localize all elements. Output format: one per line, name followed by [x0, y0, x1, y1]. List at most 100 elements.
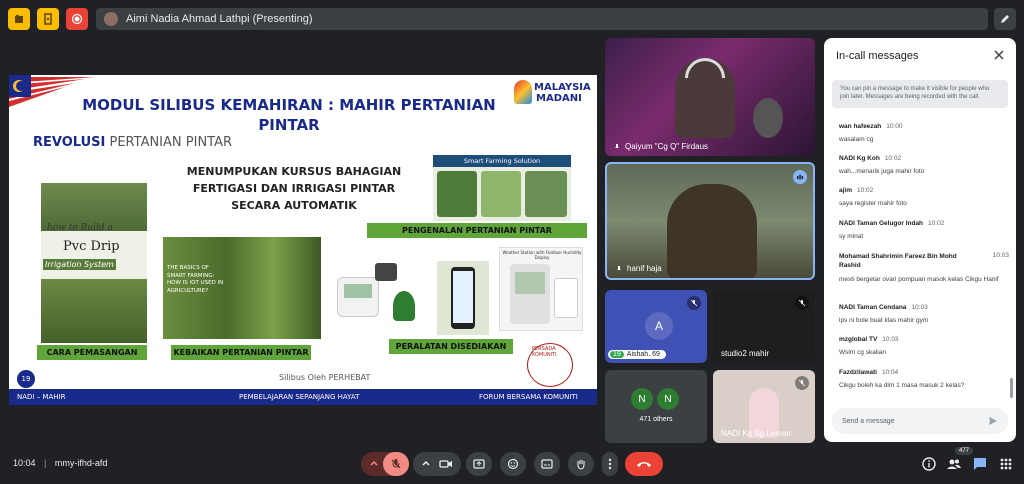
pvc-line-2: Pvc Drip: [63, 239, 120, 254]
end-call-icon: [637, 462, 651, 467]
aishah-count: 19: [610, 351, 624, 358]
folder-icon[interactable]: [8, 8, 30, 30]
brand-top: MALAYSIA: [534, 82, 591, 93]
message-sender: NADI Kg Koh: [839, 155, 880, 162]
presenting-banner: Aimi Nadia Ahmad Lathpi (Presenting): [96, 8, 988, 30]
chat-message: Fazdzilawati 10:04 Cikgu boleh ka dlm 1 m…: [839, 369, 1009, 390]
chat-icon[interactable]: [972, 456, 988, 472]
chat-scrollbar[interactable]: [1010, 378, 1013, 398]
more-vert-icon: [608, 458, 612, 470]
message-text: saya register mahir foto: [839, 200, 907, 207]
message-time: 10:02: [928, 220, 945, 227]
reactions-button[interactable]: [500, 452, 526, 476]
phone: [451, 267, 475, 329]
label-peralatan-disediakan: PERALATAN DISEDIAKAN: [389, 339, 513, 354]
camera-icon[interactable]: [439, 458, 453, 470]
message-text: lps ni bole buat klas mahir gym: [839, 317, 929, 324]
send-message-input[interactable]: Send a message: [832, 408, 1008, 434]
message-time: 10:03: [911, 304, 928, 311]
tile-aishah[interactable]: A 19 Aishah. 69: [605, 290, 707, 363]
avatar-aishah: A: [645, 312, 673, 340]
timer-screen: [344, 284, 372, 298]
chat-info-banner: You can pin a message to make it visible…: [832, 80, 1008, 108]
participants-count-badge: 477: [955, 447, 974, 455]
mic-off-icon: [687, 296, 701, 310]
activities-icon[interactable]: [998, 456, 1014, 472]
participant-video-hanif: [667, 184, 757, 278]
label-cara-pemasangan: CARA PEMASANGAN: [37, 345, 147, 360]
speaking-indicator-icon: [793, 170, 807, 184]
presenting-label: Aimi Nadia Ahmad Lathpi (Presenting): [126, 13, 313, 25]
message-sender: mzglobal TV: [839, 336, 878, 343]
chevron-up-icon[interactable]: [421, 459, 431, 469]
camera-control-group: [413, 452, 461, 476]
chat-message: NADI Taman Cendana 10:03 lps ni bole buat…: [839, 304, 1009, 325]
people-icon[interactable]: [946, 456, 962, 472]
message-text: sy minat: [839, 233, 864, 240]
slide-title: MODUL SILIBUS KEMAHIRAN : MAHIR PERTANIA…: [82, 96, 496, 134]
meeting-code: mmy-ifhd-afd: [54, 458, 108, 468]
present-button[interactable]: [466, 452, 492, 476]
captions-button[interactable]: [534, 452, 560, 476]
slide-credit: Silibus Oleh PERHEBAT: [279, 373, 371, 382]
aishah-name-pill: 19 Aishah. 69: [608, 350, 666, 359]
in-call-messages-panel: In-call messages You can pin a message t…: [824, 38, 1016, 442]
record-icon[interactable]: [66, 8, 88, 30]
slide-page-number: 19: [17, 370, 35, 388]
madani-emblem: [514, 80, 532, 104]
slide-heading: MENUMPUKAN KURSUS BAHAGIAN FERTIGASI DAN…: [186, 165, 402, 212]
captions-icon: [541, 459, 553, 469]
phone-app-image: [437, 261, 489, 335]
mic-off-button[interactable]: [383, 452, 409, 476]
pin-icon[interactable]: [615, 265, 623, 273]
message-sender: Mohamad Shahrimin Fareez Bin Mohd Rashid: [839, 253, 957, 269]
subtitle-bold: REVOLUSI: [33, 135, 106, 150]
message-sender: NADI Taman Gelugor Indah: [839, 220, 924, 227]
presentation-slide: MODUL SILIBUS KEMAHIRAN : MAHIR PERTANIA…: [9, 75, 597, 405]
chat-message: mzglobal TV 10:03 Wslm cg skalian: [839, 336, 1009, 357]
more-options-button[interactable]: [602, 452, 618, 476]
phone-screen: [453, 271, 473, 323]
tile-qaiyum[interactable]: Qaiyum "Cg Q" Firdaus: [605, 38, 815, 156]
sensor-photo-2: [481, 171, 521, 217]
persada-komuniti-logo: PERSADA KOMUNITI: [527, 343, 573, 387]
chat-message: NADI Kg Koh 10:02 wah...menarik juga mahi…: [839, 155, 1009, 176]
pvc-drip-image: how to Build a Pvc Drip Irrigation Syste…: [41, 183, 147, 343]
footer-right: FORUM BERSAMA KOMUNITI: [479, 393, 578, 401]
tile-nadi-kg-sg-leman[interactable]: NADI Kg Sg Leman: [713, 370, 815, 443]
message-time: 10:03: [992, 252, 1009, 259]
pin-icon[interactable]: [613, 143, 621, 151]
malaysia-madani-logo: MALAYSIA MADANI: [514, 78, 594, 108]
message-time: 10:00: [886, 123, 903, 130]
info-icon[interactable]: [921, 456, 937, 472]
footer-middle: PEMBELAJARAN SEPANJANG HAYAT: [239, 393, 360, 401]
pen-icon[interactable]: [994, 8, 1016, 30]
raise-hand-button[interactable]: [568, 452, 594, 476]
tile-name-qaiyum: Qaiyum "Cg Q" Firdaus: [613, 142, 708, 151]
footer-left: NADI – MAHIR: [17, 393, 66, 401]
message-time: 10:04: [881, 369, 899, 376]
tile-studio2[interactable]: studio2 mahir: [713, 290, 815, 363]
bottom-bar: 10:04 | mmy-ifhd-afd 477: [0, 444, 1024, 484]
weather-device: [510, 264, 550, 324]
participant-name: NADI Kg Sg Leman: [721, 429, 791, 438]
raise-hand-icon: [577, 460, 585, 470]
timer-device: [337, 277, 379, 317]
tile-others[interactable]: N N 471 others: [605, 370, 707, 443]
mic-control-group: [361, 452, 409, 476]
brand-bottom: MADANI: [536, 93, 582, 104]
message-text: Cikgu boleh ka dlm 1 masa masuk 2 kelas?: [839, 382, 965, 389]
weather-caption: Weather Station with Outdoor Humidity Di…: [502, 250, 582, 260]
separator: |: [44, 458, 47, 468]
message-time: 10:02: [884, 155, 902, 162]
participant-name: studio2 mahir: [721, 349, 770, 358]
tile-hanif[interactable]: hanif haja: [605, 162, 815, 280]
leave-call-button[interactable]: [625, 452, 663, 476]
send-icon[interactable]: [988, 416, 998, 426]
door-icon[interactable]: [37, 8, 59, 30]
message-text: mesti bergetar ovari pompuan masok kelas…: [839, 276, 999, 283]
close-icon[interactable]: [992, 48, 1006, 62]
plant-pot: [393, 291, 415, 321]
weather-screen: [515, 272, 545, 294]
chevron-up-icon[interactable]: [369, 459, 379, 469]
